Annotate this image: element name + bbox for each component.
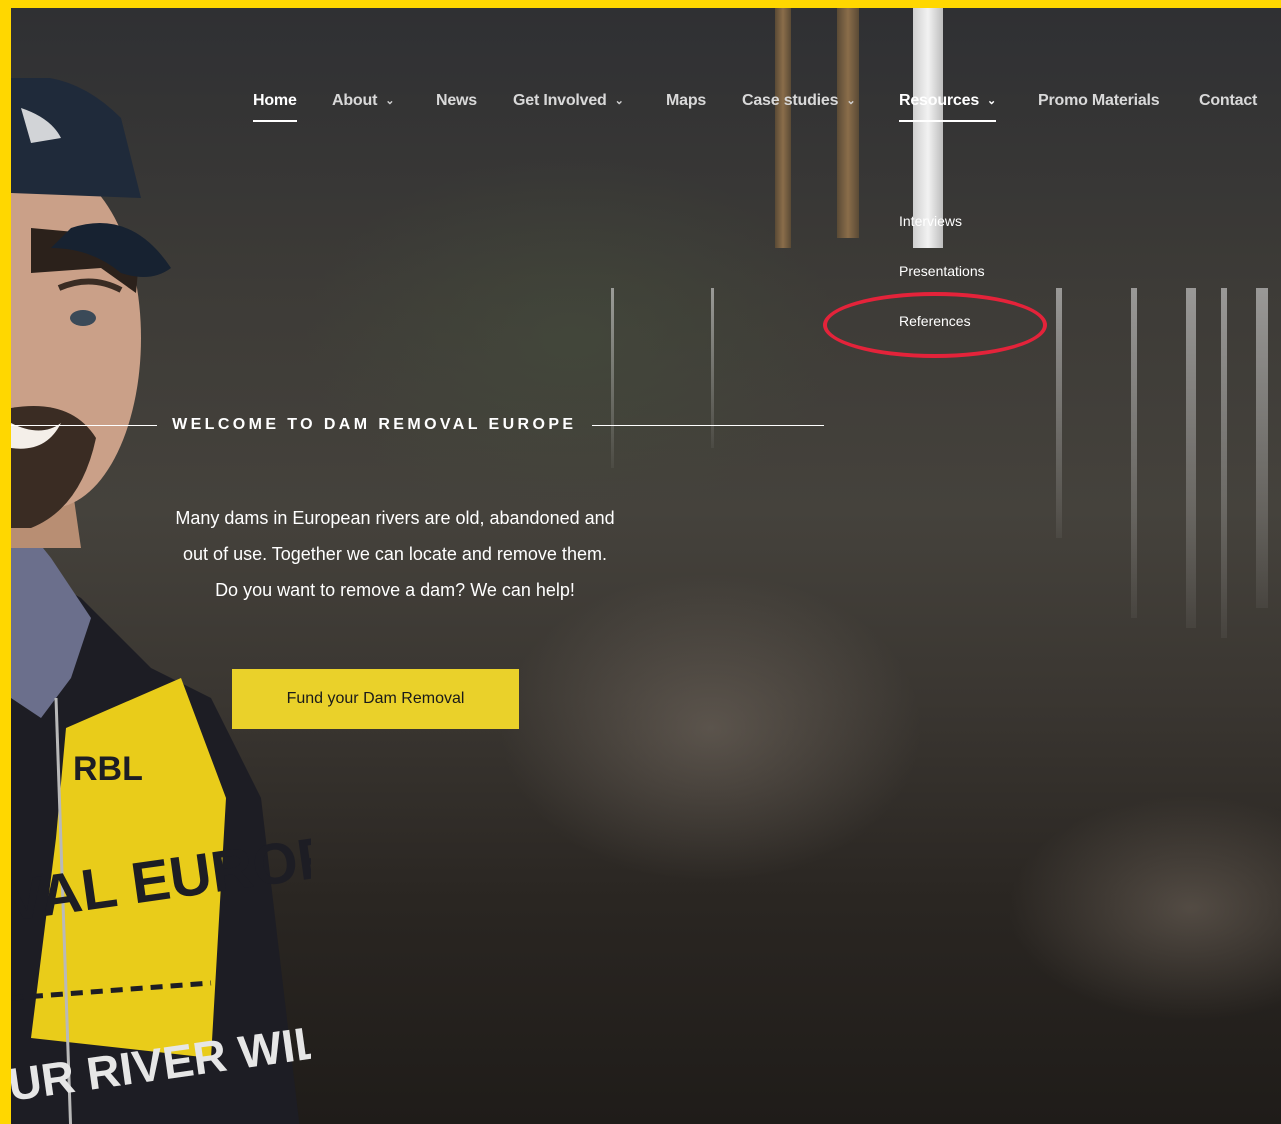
nav-contact-label: Contact [1199, 92, 1258, 109]
fund-dam-removal-button[interactable]: Fund your Dam Removal [232, 669, 519, 729]
welcome-heading: WELCOME TO DAM REMOVAL EUROPE [11, 413, 824, 437]
intro-line: out of use. Together we can locate and r… [183, 544, 607, 564]
jacket-logo: RBL [73, 750, 143, 788]
nav-case-studies[interactable]: Case studies ⌄ [742, 90, 856, 112]
hero-section: RBL VAL EUROPE UR RIVER WIL Home About ⌄… [11, 8, 1281, 1124]
intro-paragraph: Many dams in European rivers are old, ab… [151, 500, 639, 608]
waterfall-stream [1221, 288, 1227, 638]
nav-promo-materials-label: Promo Materials [1038, 92, 1160, 109]
nav-news[interactable]: News [436, 90, 477, 112]
waterfall-stream [611, 288, 614, 468]
chevron-down-icon: ⌄ [385, 95, 395, 107]
nav-home-label: Home [253, 92, 297, 109]
heading-divider-right [592, 424, 824, 426]
highlight-annotation-circle [823, 292, 1047, 358]
nav-home[interactable]: Home [253, 90, 297, 122]
nav-get-involved-label: Get Involved [513, 92, 607, 109]
chevron-down-icon: ⌄ [987, 95, 997, 107]
dropdown-item-interviews[interactable]: Interviews [899, 211, 962, 231]
nav-case-studies-label: Case studies [742, 92, 839, 109]
nav-maps[interactable]: Maps [666, 90, 706, 112]
dropdown-item-presentations[interactable]: Presentations [899, 261, 985, 281]
waterfall-stream [1256, 288, 1268, 608]
nav-resources-label: Resources [899, 92, 980, 109]
nav-get-involved[interactable]: Get Involved ⌄ [513, 90, 624, 112]
chevron-down-icon: ⌄ [846, 95, 856, 107]
nav-contact[interactable]: Contact [1199, 90, 1257, 112]
welcome-title: WELCOME TO DAM REMOVAL EUROPE [172, 416, 577, 433]
nav-resources[interactable]: Resources ⌄ [899, 90, 997, 122]
waterfall-stream [1131, 288, 1137, 618]
waterfall-stream [1056, 288, 1062, 538]
eye [70, 310, 96, 326]
heading-divider-left [11, 424, 158, 426]
intro-line: Do you want to remove a dam? We can help… [215, 580, 575, 600]
nav-about[interactable]: About ⌄ [332, 90, 394, 112]
main-navigation: Home About ⌄ News Get Involved ⌄ Maps Ca… [11, 8, 1281, 138]
nav-news-label: News [436, 92, 477, 109]
chevron-down-icon: ⌄ [614, 95, 624, 107]
nav-promo-materials[interactable]: Promo Materials [1038, 90, 1160, 112]
intro-line: Many dams in European rivers are old, ab… [175, 508, 615, 528]
nav-about-label: About [332, 92, 378, 109]
nav-maps-label: Maps [666, 92, 707, 109]
waterfall-stream [1186, 288, 1196, 628]
